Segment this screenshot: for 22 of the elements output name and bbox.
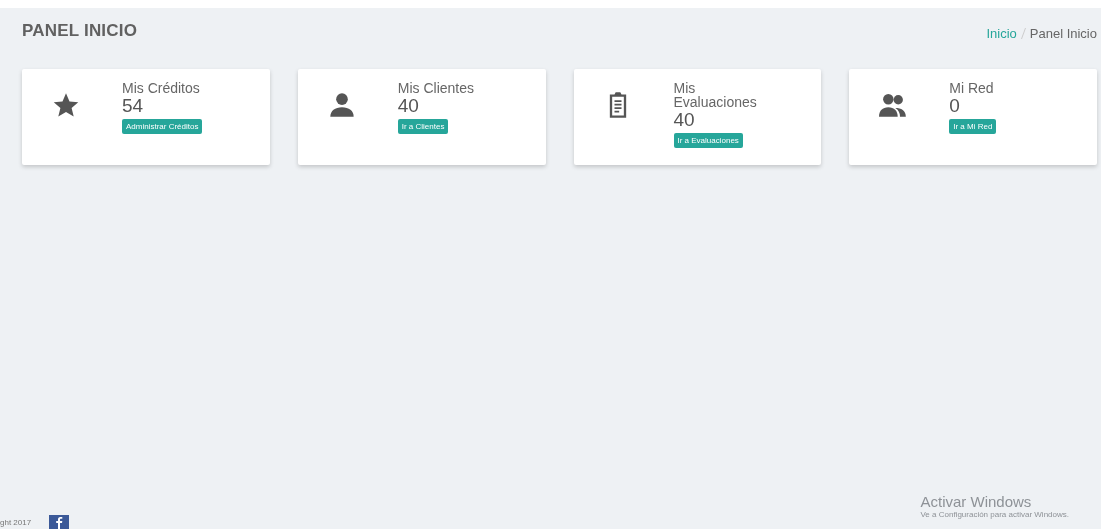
breadcrumb-link[interactable]: Inicio (986, 25, 1017, 41)
card-title: Mis Créditos (122, 81, 200, 95)
card-count: 40 (397, 95, 419, 117)
users-icon (879, 91, 908, 119)
action-link[interactable]: Ir a Clientes (397, 119, 449, 134)
action-link[interactable]: Ir a Mi Red (949, 119, 997, 134)
user-icon (327, 91, 356, 119)
card-title: Mi Red (949, 81, 994, 95)
action-link[interactable]: Ir a Evaluaciones (673, 133, 743, 148)
card-count: 0 (949, 95, 960, 117)
activation-text: Ve a Configuración para activar Windows. (920, 510, 1069, 519)
facebook-icon[interactable] (49, 515, 70, 529)
action-link[interactable]: Administrar Créditos (122, 119, 203, 134)
card-title: Mis Evaluaciones (673, 81, 758, 109)
card-title: Mis Clientes (397, 81, 474, 95)
page-title: PANEL INICIO (22, 21, 138, 41)
breadcrumb-current: Panel Inicio (1029, 25, 1097, 41)
star-icon (52, 91, 80, 119)
card-count: 54 (122, 95, 144, 117)
card-count: 40 (673, 109, 695, 131)
activation-title: Activar Windows (920, 493, 1033, 510)
copyright-text: ght 2017 (0, 518, 32, 527)
